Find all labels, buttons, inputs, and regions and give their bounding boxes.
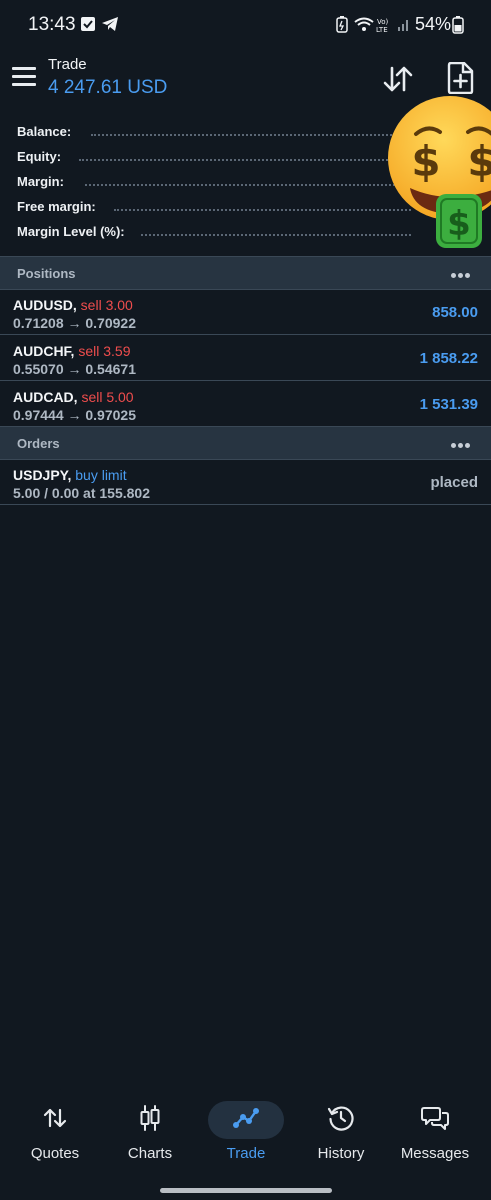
more-options-icon[interactable]: [451, 435, 475, 449]
orders-section-header: Orders: [0, 426, 491, 460]
dot-leader: [85, 184, 411, 186]
nav-label: History: [317, 1145, 365, 1162]
position-symbol: AUDCAD,: [13, 389, 78, 405]
position-symbol: AUDCHF,: [13, 343, 75, 359]
dot-leader: [114, 209, 411, 211]
nav-trade[interactable]: Trade: [201, 1096, 291, 1166]
money-mouth-face-emoji: $ $ $: [388, 96, 491, 248]
nav-label: Messages: [400, 1145, 470, 1162]
battery-icon: [452, 16, 464, 34]
order-action: buy limit: [75, 467, 127, 483]
section-title: Orders: [17, 436, 60, 451]
nav-quotes[interactable]: Quotes: [10, 1096, 100, 1166]
check-square-icon: [81, 17, 95, 31]
battery-saver-icon: [336, 16, 348, 33]
svg-text:$: $: [467, 137, 491, 186]
position-symbol-line: AUDUSD, sell 3.00: [13, 297, 133, 313]
summary-label: Balance:: [17, 124, 72, 139]
position-profit: 858.00: [432, 304, 478, 321]
nav-charts[interactable]: Charts: [105, 1096, 195, 1166]
summary-label: Free margin:: [17, 199, 96, 214]
nav-label: Trade: [226, 1145, 266, 1162]
menu-icon[interactable]: [12, 67, 36, 87]
page-title: Trade: [48, 56, 87, 73]
trade-icon: [233, 1108, 259, 1128]
section-title: Positions: [17, 266, 76, 281]
order-details: 5.00 / 0.00 at 155.802: [13, 485, 150, 501]
dot-leader: [91, 134, 411, 136]
quotes-icon: [43, 1108, 67, 1128]
position-profit: 1 531.39: [419, 396, 478, 413]
nav-label: Charts: [127, 1145, 173, 1162]
messages-icon: [421, 1107, 449, 1130]
bottom-navigation: Quotes Charts Trade History Messages: [0, 1096, 491, 1176]
telegram-icon: [102, 17, 118, 31]
order-state: placed: [430, 474, 478, 491]
order-row[interactable]: USDJPY, buy limit 5.00 / 0.00 at 155.802…: [0, 459, 491, 505]
summary-label: Margin Level (%):: [17, 224, 125, 239]
summary-label: Equity:: [17, 149, 62, 164]
battery-percent: 54%: [414, 14, 451, 34]
position-profit: 1 858.22: [419, 350, 478, 367]
status-time: 13:43: [28, 14, 76, 35]
position-symbol-line: AUDCAD, sell 5.00: [13, 389, 134, 405]
volte-icon: Vo) LTE: [376, 18, 389, 34]
history-icon: [327, 1106, 354, 1131]
summary-label: Margin:: [17, 174, 64, 189]
position-prices: 0.55070 → 0.54671: [13, 361, 136, 377]
position-prices: 0.97444 → 0.97025: [13, 407, 136, 423]
svg-text:LTE: LTE: [376, 26, 388, 34]
position-symbol-line: AUDCHF, sell 3.59: [13, 343, 131, 359]
nav-history[interactable]: History: [296, 1096, 386, 1166]
wifi-icon: [354, 17, 374, 31]
dot-leader: [79, 159, 411, 161]
nav-label: Quotes: [30, 1145, 80, 1162]
nav-messages[interactable]: Messages: [390, 1096, 480, 1166]
signal-icon: [398, 20, 408, 31]
dot-leader: [141, 234, 411, 236]
status-bar: 13:43 Vo) LTE 54%: [0, 0, 491, 52]
charts-icon: [140, 1105, 160, 1131]
svg-text:$: $: [447, 204, 471, 244]
new-order-icon[interactable]: [446, 62, 474, 94]
position-action: sell 3.00: [80, 297, 133, 313]
order-symbol-line: USDJPY, buy limit: [13, 467, 127, 483]
svg-text:$: $: [411, 137, 440, 186]
home-indicator[interactable]: [160, 1188, 332, 1193]
position-action: sell 5.00: [81, 389, 134, 405]
more-options-icon[interactable]: [451, 265, 475, 279]
position-symbol: AUDUSD,: [13, 297, 77, 313]
position-row[interactable]: AUDUSD, sell 3.00 0.71208 → 0.70922 858.…: [0, 289, 491, 335]
position-prices: 0.71208 → 0.70922: [13, 315, 136, 331]
positions-section-header: Positions: [0, 256, 491, 290]
position-row[interactable]: AUDCAD, sell 5.00 0.97444 → 0.97025 1 53…: [0, 381, 491, 427]
svg-text:Vo): Vo): [377, 18, 389, 26]
account-balance-display: 4 247.61 USD: [48, 77, 168, 98]
position-action: sell 3.59: [78, 343, 131, 359]
order-symbol: USDJPY,: [13, 467, 72, 483]
position-row[interactable]: AUDCHF, sell 3.59 0.55070 → 0.54671 1 85…: [0, 335, 491, 381]
sort-icon[interactable]: [382, 64, 414, 94]
